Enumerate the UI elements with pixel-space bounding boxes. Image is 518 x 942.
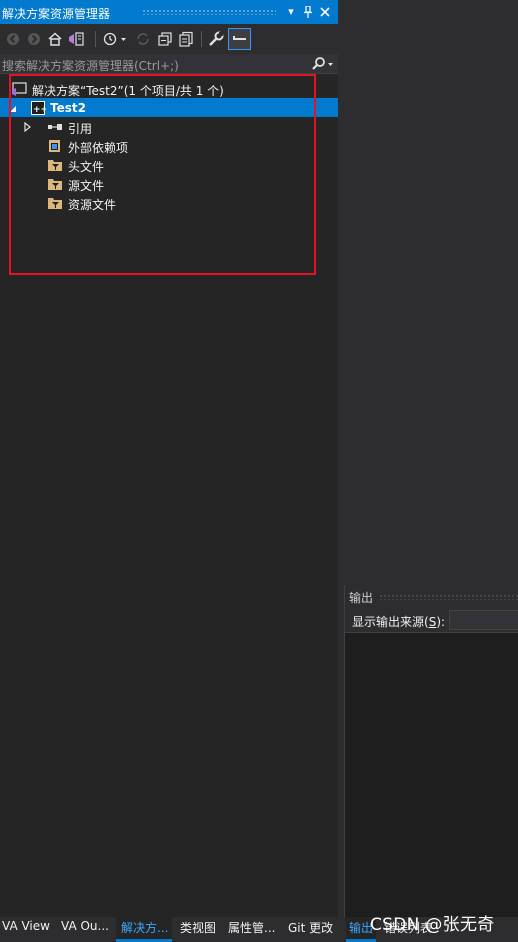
pending-changes-filter-icon[interactable] bbox=[102, 31, 128, 47]
output-title-bar: 输出 bbox=[345, 585, 518, 607]
sync-with-active-document-icon[interactable] bbox=[135, 31, 151, 47]
close-icon bbox=[320, 7, 330, 17]
show-output-from-label: 显示输出来源(S): bbox=[352, 615, 446, 629]
output-title: 输出 bbox=[349, 591, 374, 605]
solution-explorer-title-bar: 解决方案资源管理器 ▾ bbox=[0, 0, 338, 24]
search-icon bbox=[312, 57, 333, 70]
output-toolbar: 显示输出来源(S): bbox=[345, 607, 518, 633]
tab-class-view[interactable]: 类视图 bbox=[180, 917, 216, 942]
output-panel: 输出 显示输出来源(S): bbox=[344, 585, 518, 917]
output-source-select[interactable] bbox=[449, 610, 518, 630]
solution-explorer-title: 解决方案资源管理器 bbox=[2, 7, 111, 21]
toolbar-separator bbox=[201, 31, 202, 47]
preview-selected-items-button[interactable] bbox=[228, 28, 251, 50]
pin-icon bbox=[304, 5, 312, 18]
annotation-highlight-box bbox=[9, 74, 316, 275]
solution-explorer-panel: 解决方案资源管理器 ▾ 搜索解决方案资源管理器(Ctrl+;) 解决方案“Tes… bbox=[0, 0, 338, 942]
search-input[interactable]: 搜索解决方案资源管理器(Ctrl+;) bbox=[2, 57, 179, 74]
back-icon[interactable] bbox=[5, 31, 21, 47]
window-position-dropdown-button[interactable]: ▾ bbox=[284, 4, 298, 20]
switch-views-icon[interactable] bbox=[68, 31, 84, 47]
search-options-button[interactable] bbox=[306, 55, 336, 73]
properties-wrench-icon[interactable] bbox=[208, 31, 224, 47]
show-all-files-icon[interactable] bbox=[178, 31, 194, 47]
tab-git-changes[interactable]: Git 更改 bbox=[288, 917, 333, 942]
home-icon[interactable] bbox=[47, 31, 63, 47]
tab-va-outline[interactable]: VA Ou... bbox=[61, 917, 109, 942]
output-title-grip[interactable] bbox=[379, 594, 518, 600]
watermark: CSDN @张无奇 bbox=[370, 915, 495, 935]
collapse-all-icon[interactable] bbox=[157, 31, 173, 47]
pin-button[interactable] bbox=[301, 4, 315, 20]
title-grip[interactable] bbox=[142, 9, 276, 15]
solution-explorer-toolbar bbox=[0, 24, 338, 54]
preview-icon bbox=[233, 36, 246, 40]
output-content[interactable] bbox=[345, 633, 518, 917]
tab-va-view[interactable]: VA View bbox=[2, 917, 50, 942]
forward-icon[interactable] bbox=[26, 31, 42, 47]
bottom-tool-tabs: VA View VA Ou... 解决方... 类视图 属性管... Git 更… bbox=[0, 917, 338, 942]
close-button[interactable] bbox=[318, 4, 332, 20]
solution-explorer-search[interactable]: 搜索解决方案资源管理器(Ctrl+;) bbox=[0, 54, 338, 74]
tab-solution-explorer[interactable]: 解决方... bbox=[116, 917, 173, 942]
tab-property-manager[interactable]: 属性管... bbox=[228, 917, 275, 942]
toolbar-separator bbox=[95, 31, 96, 47]
